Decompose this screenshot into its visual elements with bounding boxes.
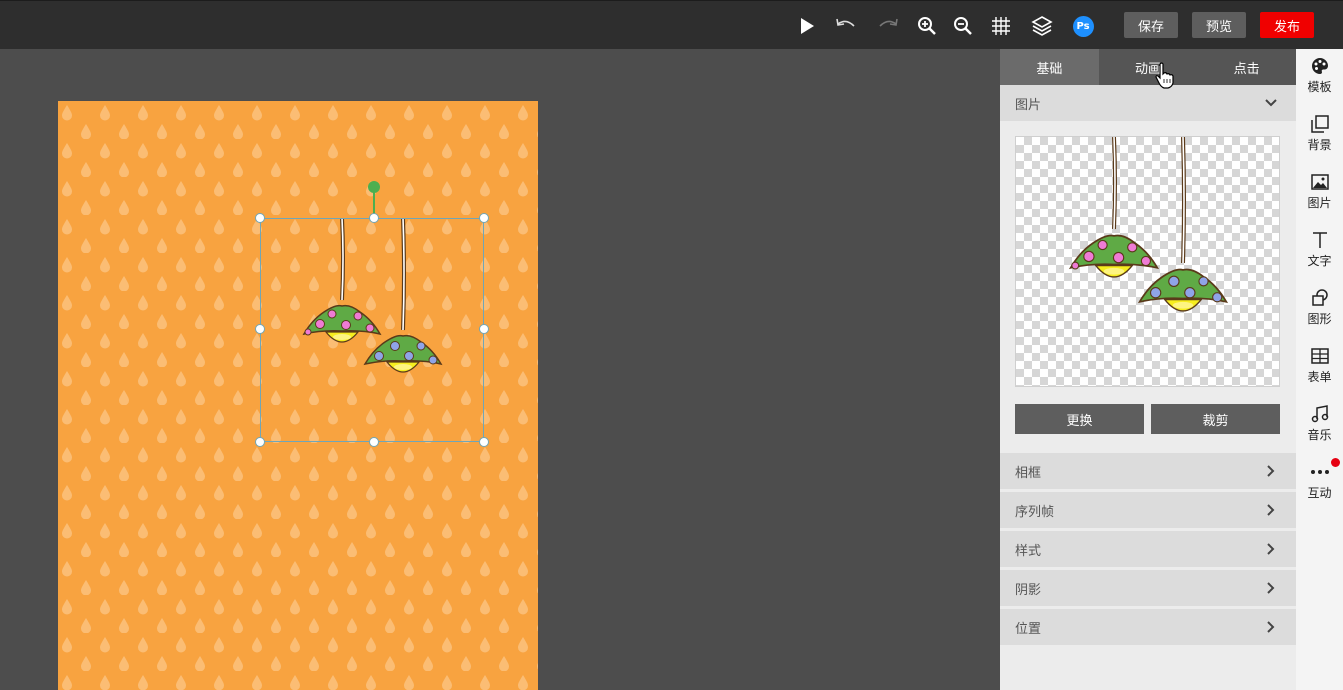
sidebar-item-form[interactable]: 表单 [1296,345,1343,395]
sidebar-item-shape[interactable]: 图形 [1296,287,1343,337]
preview-button[interactable]: 预览 [1192,12,1246,38]
resize-handle-bottom-left[interactable] [255,437,265,447]
resize-handle-bottom-right[interactable] [479,437,489,447]
palette-icon [1309,55,1331,77]
style-section-title: 样式 [1015,543,1042,559]
position-section-title: 位置 [1015,621,1042,637]
resize-handle-top-left[interactable] [255,213,265,223]
sidebar-item-label: 模板 [1307,80,1332,94]
sidebar-item-label: 背景 [1307,138,1332,152]
chevron-right-icon [1267,465,1275,477]
crop-image-button[interactable]: 裁剪 [1151,404,1280,434]
sidebar-item-label: 表单 [1307,370,1332,384]
sequence-frame-section-title: 序列帧 [1015,504,1055,520]
sidebar-item-label: 互动 [1307,486,1332,500]
chevron-right-icon [1267,543,1275,555]
property-panel: 基础 动画 点击 图片 更换 裁剪 相框 序列帧 样式 阴影 位置 [1000,49,1296,690]
style-section-header[interactable]: 样式 [1000,531,1296,567]
layers-icon[interactable] [1030,14,1054,38]
frame-section-header[interactable]: 相框 [1000,453,1296,489]
table-icon [1309,345,1331,367]
image-section-header[interactable]: 图片 [1000,85,1296,121]
shadow-section-title: 阴影 [1015,582,1042,598]
resize-handle-top-right[interactable] [479,213,489,223]
top-toolbar: Ps 保存 预览 发布 [0,0,1343,49]
tab-click[interactable]: 点击 [1197,49,1296,85]
frame-section-title: 相框 [1015,465,1042,481]
resize-handle-top[interactable] [369,213,379,223]
sidebar-item-image[interactable]: 图片 [1296,171,1343,221]
sidebar-item-label: 图片 [1307,196,1332,210]
more-icon [1309,461,1331,483]
photoshop-icon[interactable]: Ps [1071,14,1095,38]
shape-icon [1309,287,1331,309]
hand-cursor-icon [1155,62,1174,89]
ps-label: Ps [1072,15,1094,37]
image-preview [1015,136,1280,387]
sidebar-item-background[interactable]: 背景 [1296,113,1343,163]
lamp-preview-image [1069,136,1228,312]
panel-tabs: 基础 动画 点击 [1000,49,1296,85]
sidebar-item-text[interactable]: 文字 [1296,229,1343,279]
selection-box[interactable] [260,218,484,442]
sidebar-item-label: 音乐 [1307,428,1332,442]
publish-button[interactable]: 发布 [1260,12,1314,38]
rotate-handle[interactable] [368,181,380,193]
undo-icon[interactable] [834,14,858,38]
shadow-section-header[interactable]: 阴影 [1000,570,1296,606]
zoom-out-icon[interactable] [951,14,975,38]
image-icon [1309,171,1331,193]
resize-handle-right[interactable] [479,324,489,334]
sidebar-item-label: 文字 [1307,254,1332,268]
zoom-in-icon[interactable] [915,14,939,38]
tab-animation[interactable]: 动画 [1099,49,1198,85]
background-icon [1309,113,1331,135]
chevron-down-icon [1265,99,1277,107]
notification-dot [1331,458,1340,467]
image-section-title: 图片 [1015,97,1042,113]
grid-icon[interactable] [989,14,1013,38]
resize-handle-bottom[interactable] [369,437,379,447]
chevron-right-icon [1267,582,1275,594]
save-button[interactable]: 保存 [1124,12,1178,38]
play-icon[interactable] [795,14,819,38]
sidebar-item-label: 图形 [1307,312,1332,326]
tab-basic[interactable]: 基础 [1000,49,1099,85]
resize-handle-left[interactable] [255,324,265,334]
sidebar-item-template[interactable]: 模板 [1296,55,1343,105]
music-icon [1309,403,1331,425]
redo-icon[interactable] [876,14,900,38]
chevron-right-icon [1267,504,1275,516]
position-section-header[interactable]: 位置 [1000,609,1296,645]
sequence-frame-section-header[interactable]: 序列帧 [1000,492,1296,528]
replace-image-button[interactable]: 更换 [1015,404,1144,434]
sidebar-item-interaction[interactable]: 互动 [1296,461,1343,511]
right-sidebar: 模板 背景 图片 文字 图形 表单 音乐 互动 [1296,49,1343,690]
sidebar-item-music[interactable]: 音乐 [1296,403,1343,453]
text-icon [1309,229,1331,251]
chevron-right-icon [1267,621,1275,633]
